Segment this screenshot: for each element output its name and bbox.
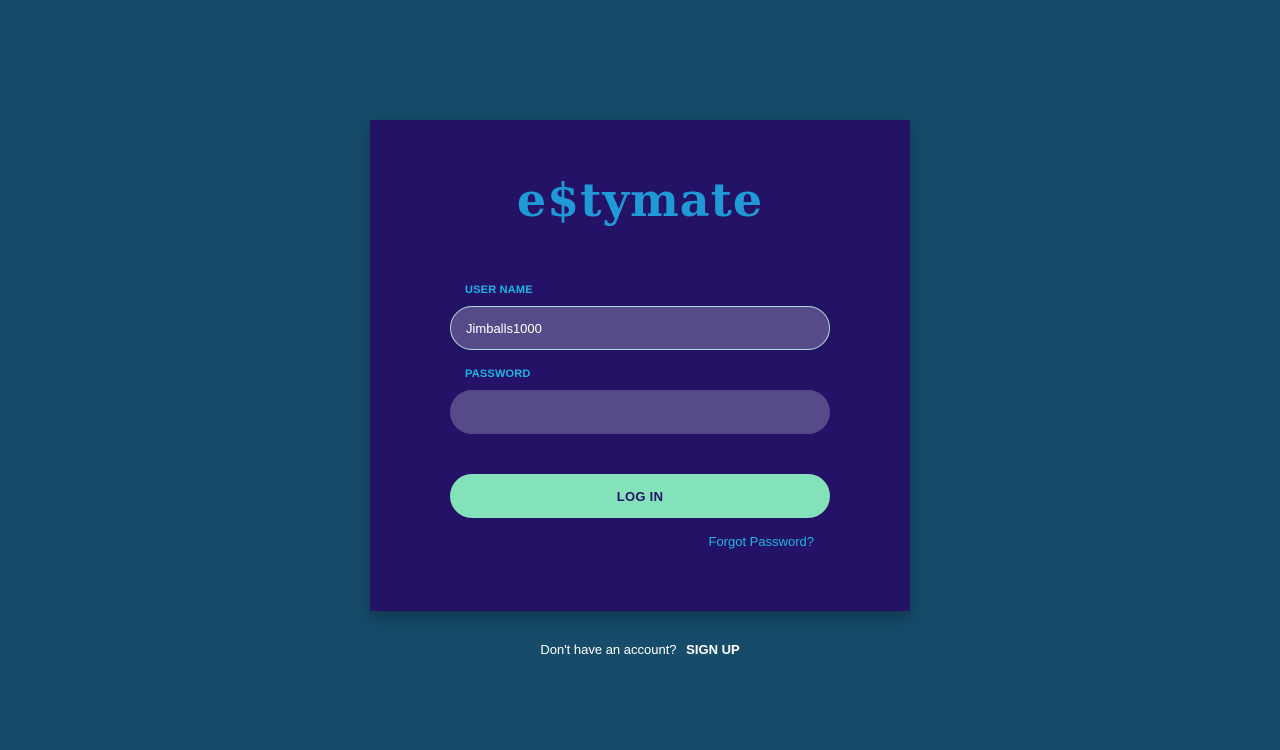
- login-page: e$tymate USER NAME PASSWORD LOG IN Forgo…: [0, 0, 1280, 750]
- signup-prompt: Don't have an account?: [540, 642, 677, 657]
- signup-row: Don't have an account? SIGN UP: [0, 642, 1280, 657]
- signup-link[interactable]: SIGN UP: [686, 642, 739, 657]
- password-label: PASSWORD: [465, 368, 531, 380]
- username-input[interactable]: [450, 306, 830, 350]
- login-button[interactable]: LOG IN: [450, 474, 830, 518]
- brand-logo: e$tymate: [516, 173, 764, 227]
- password-input[interactable]: [450, 390, 830, 434]
- forgot-password-link[interactable]: Forgot Password?: [709, 534, 815, 549]
- username-label: USER NAME: [465, 284, 533, 296]
